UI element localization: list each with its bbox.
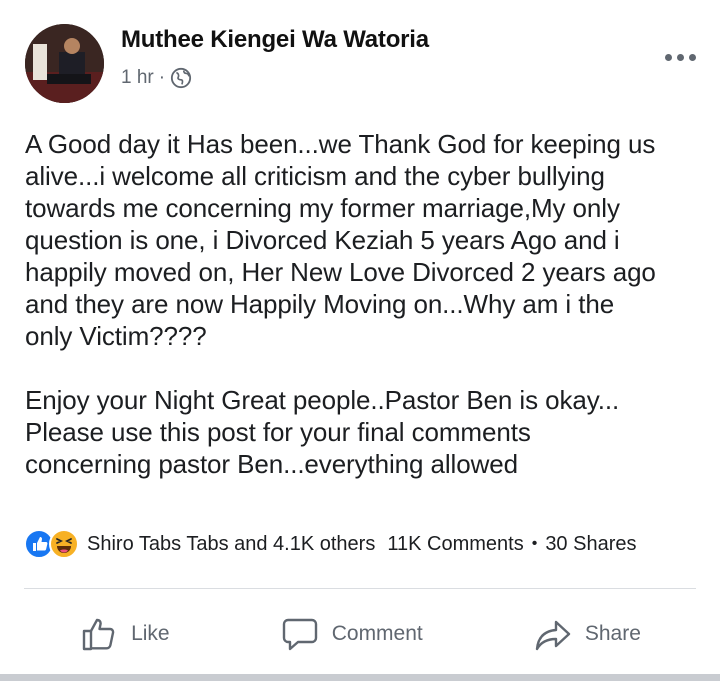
share-button[interactable]: Share [533,614,641,654]
avatar[interactable] [25,24,104,103]
like-button[interactable]: Like [79,614,170,654]
globe-icon[interactable] [170,67,192,89]
post-meta: 1 hr · [121,67,192,89]
more-dot [689,54,696,61]
more-dot [665,54,672,61]
divider [24,588,696,589]
share-label: Share [584,622,641,645]
comment-icon [282,618,317,651]
more-dot [677,54,684,61]
post-body: A Good day it Has been...we Thank God fo… [25,129,656,479]
more-options-button[interactable] [665,54,696,61]
bottom-separator [0,674,720,681]
haha-reaction-icon [49,529,79,559]
like-label: Like [131,622,170,645]
comment-label: Comment [331,622,423,645]
shares-count[interactable]: 30 Shares [545,533,636,556]
thumbs-up-icon [82,618,115,651]
count-separator: • [531,535,538,552]
reactions-summary[interactable]: Shiro Tabs Tabs and 4.1K others 11K Comm… [24,527,700,561]
comment-button[interactable]: Comment [280,614,423,654]
reaction-icons[interactable] [24,529,79,559]
reaction-names[interactable]: Shiro Tabs Tabs and 4.1K others [87,533,375,556]
post-author[interactable]: Muthee Kiengei Wa Watoria [121,26,429,54]
meta-separator: · [158,67,166,88]
comments-count[interactable]: 11K Comments [387,533,523,556]
engagement-counts: 11K Comments • 30 Shares [387,533,636,556]
post-actions: Like Comment Share [24,605,696,663]
share-arrow-icon [535,620,571,651]
post-time[interactable]: 1 hr [121,67,154,89]
avatar-photo [25,24,104,103]
